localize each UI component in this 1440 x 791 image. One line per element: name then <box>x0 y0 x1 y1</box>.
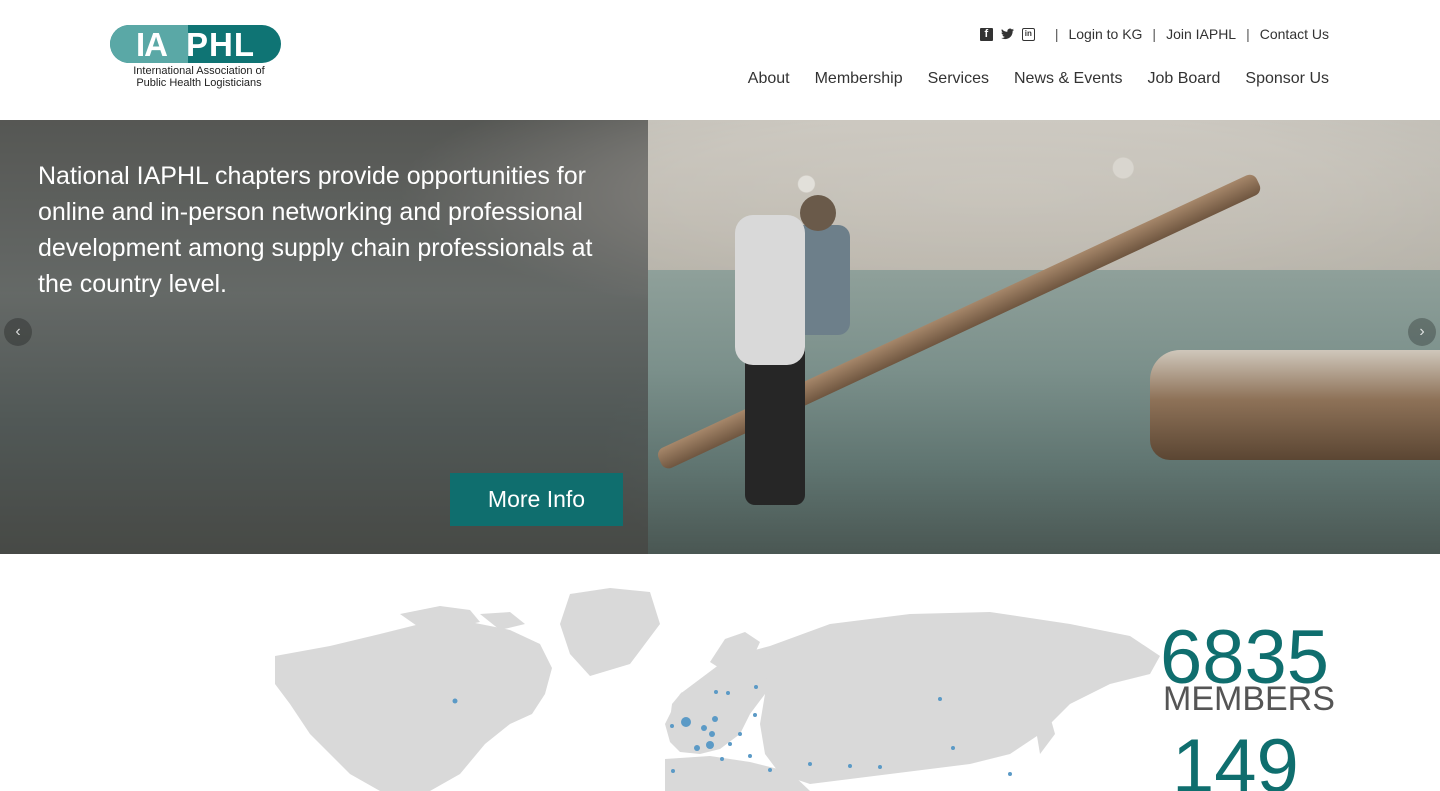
facebook-icon[interactable]: f <box>979 27 993 41</box>
nav-sponsor-us[interactable]: Sponsor Us <box>1245 70 1329 88</box>
world-map <box>275 588 1160 791</box>
login-kg-link[interactable]: Login to KG <box>1068 26 1142 42</box>
logo-subtitle-line1: International Association of <box>133 65 265 77</box>
utility-nav: f in | Login to KG | Join IAPHL | Contac… <box>979 26 1329 42</box>
logo-ia-text: IA <box>136 26 168 63</box>
twitter-icon[interactable] <box>1000 28 1014 41</box>
divider: | <box>1152 26 1157 42</box>
members-label: MEMBERS <box>1163 680 1335 718</box>
iaphl-logo[interactable]: IA PHL International Association of Publ… <box>110 25 285 93</box>
contact-us-link[interactable]: Contact Us <box>1260 26 1329 42</box>
site-header: IA PHL International Association of Publ… <box>0 0 1440 120</box>
nav-about[interactable]: About <box>748 70 790 88</box>
logo-subtitle-line2: Public Health Logisticians <box>136 77 262 89</box>
social-links: f in <box>979 27 1035 41</box>
linkedin-icon[interactable]: in <box>1021 27 1035 41</box>
more-info-button[interactable]: More Info <box>450 473 623 526</box>
member-stats-section: 6835 MEMBERS 149 <box>0 554 1440 791</box>
main-nav: About Membership Services News & Events … <box>748 70 1329 88</box>
logo-phl-text: PHL <box>186 26 255 63</box>
divider: | <box>1246 26 1250 42</box>
logo-subtitle: International Association of Public Heal… <box>124 65 274 89</box>
slider-prev-icon[interactable]: ‹ <box>4 318 32 346</box>
photo-porter <box>735 195 855 515</box>
photo-log-pile <box>1150 350 1440 460</box>
join-iaphl-link[interactable]: Join IAPHL <box>1166 26 1236 42</box>
slider-next-icon[interactable]: › <box>1408 318 1436 346</box>
logo-wordmark: IA PHL <box>110 25 281 63</box>
hero-slider: National IAPHL chapters provide opportun… <box>0 120 1440 554</box>
hero-caption: National IAPHL chapters provide opportun… <box>38 162 593 298</box>
divider: | <box>1054 26 1059 42</box>
countries-count: 149 <box>1172 724 1299 791</box>
nav-membership[interactable]: Membership <box>815 70 903 88</box>
nav-news-events[interactable]: News & Events <box>1014 70 1122 88</box>
nav-job-board[interactable]: Job Board <box>1147 70 1220 88</box>
nav-services[interactable]: Services <box>928 70 989 88</box>
